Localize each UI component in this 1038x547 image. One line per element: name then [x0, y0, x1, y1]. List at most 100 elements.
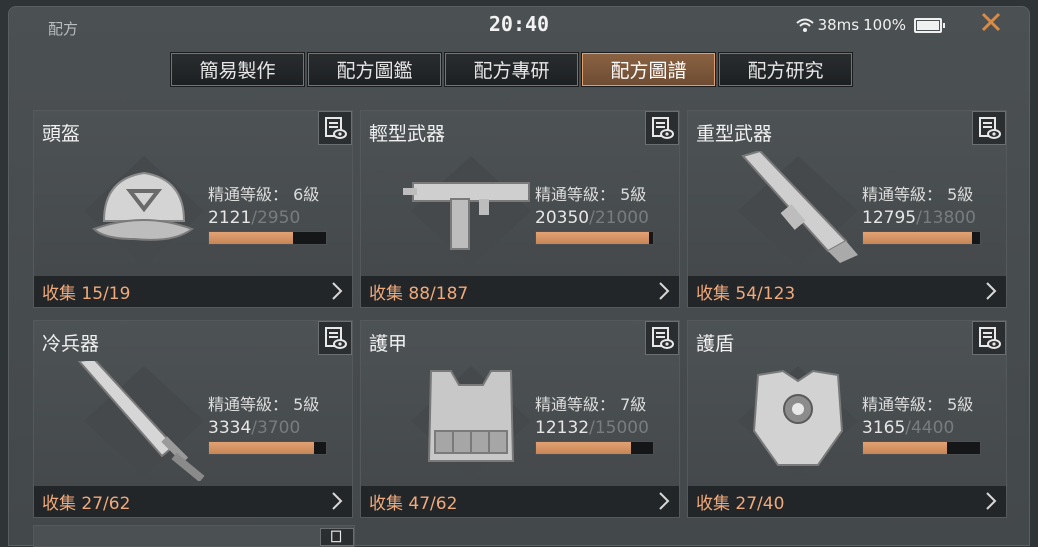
collection-count: 收集 54/123 — [696, 284, 796, 304]
category-card-light-weapons[interactable]: 輕型武器 精通等級： 5級 20350/21000 收集 88/187 — [360, 110, 680, 308]
launcher-icon — [738, 151, 858, 266]
xp-max: /2950 — [251, 208, 301, 228]
ping-value: 38ms — [817, 16, 860, 34]
chevron-right-icon — [332, 282, 343, 300]
progress-fill — [863, 232, 972, 244]
mastery-xp: 12132/15000 — [535, 418, 649, 438]
collection-row[interactable]: 收集 27/62 — [34, 486, 352, 517]
collection-count: 收集 15/19 — [42, 284, 131, 304]
chevron-right-icon — [986, 282, 997, 300]
smg-icon — [403, 156, 531, 266]
category-card-melee[interactable]: 冷兵器 精通等級： 5級 3334/3700 收集 27/62 — [33, 320, 353, 518]
mastery-level: 精通等級： 5級 — [208, 395, 320, 414]
chevron-right-icon — [659, 282, 670, 300]
xp-max: /4400 — [905, 418, 955, 438]
category-card-heavy-weapons[interactable]: 重型武器 精通等級： 5級 12795/13800 收集 54/123 — [687, 110, 1007, 308]
status-bar: 配方 20:40 38ms 100% — [0, 0, 1038, 48]
battery-icon — [914, 17, 945, 33]
card-title: 頭盔 — [42, 123, 81, 145]
collection-count: 收集 27/62 — [42, 494, 131, 514]
collection-count: 收集 47/62 — [369, 494, 458, 514]
mastery-progress-bar — [862, 231, 981, 245]
close-button[interactable] — [980, 10, 1002, 40]
xp-current: 3165 — [862, 418, 906, 438]
collection-row[interactable]: 收集 88/187 — [361, 276, 679, 307]
chevron-right-icon — [986, 492, 997, 510]
chevron-right-icon — [659, 492, 670, 510]
mastery-xp: 3334/3700 — [208, 418, 300, 438]
recipe-book-icon — [652, 117, 674, 139]
helmet-cap-icon — [84, 156, 204, 266]
xp-max: /13800 — [916, 208, 976, 228]
xp-current: 12132 — [535, 418, 590, 438]
mastery-level: 精通等級： 6級 — [208, 185, 320, 204]
mastery-progress-bar — [208, 231, 327, 245]
tab-recipe-atlas[interactable]: 配方圖譜 — [581, 52, 716, 87]
progress-fill — [863, 442, 948, 454]
category-card-shield[interactable]: 護盾 精通等級： 5級 3165/4400 收集 27/40 — [687, 320, 1007, 518]
recipe-book-button[interactable] — [318, 321, 352, 355]
xp-current: 12795 — [862, 208, 917, 228]
recipe-book-icon — [331, 530, 342, 543]
collection-row[interactable]: 收集 54/123 — [688, 276, 1006, 307]
progress-fill — [536, 232, 650, 244]
recipe-book-icon — [979, 117, 1001, 139]
xp-current: 2121 — [208, 208, 252, 228]
mastery-xp: 20350/21000 — [535, 208, 649, 228]
xp-max: /21000 — [589, 208, 649, 228]
mastery-xp: 12795/13800 — [862, 208, 976, 228]
chevron-right-icon — [332, 492, 343, 510]
xp-max: /3700 — [251, 418, 301, 438]
recipe-book-button[interactable] — [318, 111, 352, 145]
category-card-armor[interactable]: 護甲 精通等級： 7級 12132/15000 收集 47/62 — [360, 320, 680, 518]
card-title: 冷兵器 — [42, 333, 100, 355]
mastery-level: 精通等級： 7級 — [535, 395, 647, 414]
mastery-progress-bar — [208, 441, 327, 455]
shield-armor-icon — [738, 366, 858, 476]
recipe-book-button[interactable] — [320, 528, 354, 546]
mastery-xp: 2121/2950 — [208, 208, 300, 228]
battery-percent: 100% — [863, 16, 906, 34]
close-icon — [981, 12, 1001, 32]
progress-fill — [536, 442, 631, 454]
tab-simple-craft[interactable]: 簡易製作 — [170, 52, 305, 87]
tab-recipe-catalog[interactable]: 配方圖鑑 — [307, 52, 442, 87]
mastery-level: 精通等級： 5級 — [535, 185, 647, 204]
collection-count: 收集 88/187 — [369, 284, 469, 304]
recipe-book-icon — [325, 327, 347, 349]
recipe-book-button[interactable] — [972, 321, 1006, 355]
recipe-book-icon — [325, 117, 347, 139]
mastery-level: 精通等級： 5級 — [862, 395, 974, 414]
recipe-book-button[interactable] — [645, 321, 679, 355]
card-title: 輕型武器 — [369, 123, 446, 145]
collection-count: 收集 27/40 — [696, 494, 785, 514]
status-indicators: 38ms 100% — [795, 16, 945, 34]
xp-current: 20350 — [535, 208, 590, 228]
collection-row[interactable]: 收集 15/19 — [34, 276, 352, 307]
collection-row[interactable]: 收集 47/62 — [361, 486, 679, 517]
card-title: 護甲 — [369, 333, 408, 355]
recipe-book-icon — [979, 327, 1001, 349]
mastery-level: 精通等級： 5級 — [862, 185, 974, 204]
wifi-icon — [795, 18, 814, 32]
recipe-book-icon — [652, 327, 674, 349]
blade-icon — [77, 361, 205, 481]
card-title: 護盾 — [696, 333, 735, 355]
collection-row[interactable]: 收集 27/40 — [688, 486, 1006, 517]
mastery-progress-bar — [535, 441, 654, 455]
mastery-progress-bar — [535, 231, 654, 245]
category-card-helmet[interactable]: 頭盔 精通等級： 6級 2121/2950 收集 15/19 — [33, 110, 353, 308]
progress-fill — [209, 442, 315, 454]
xp-current: 3334 — [208, 418, 252, 438]
category-card-partial[interactable] — [33, 525, 355, 547]
tab-bar: 簡易製作 配方圖鑑 配方專研 配方圖譜 配方研究 — [170, 52, 853, 87]
tab-recipe-study[interactable]: 配方專研 — [444, 52, 579, 87]
mastery-xp: 3165/4400 — [862, 418, 954, 438]
card-title: 重型武器 — [696, 123, 773, 145]
progress-fill — [209, 232, 294, 244]
vest-icon — [411, 366, 531, 476]
xp-max: /15000 — [589, 418, 649, 438]
tab-recipe-research[interactable]: 配方研究 — [718, 52, 853, 87]
recipe-book-button[interactable] — [972, 111, 1006, 145]
recipe-book-button[interactable] — [645, 111, 679, 145]
